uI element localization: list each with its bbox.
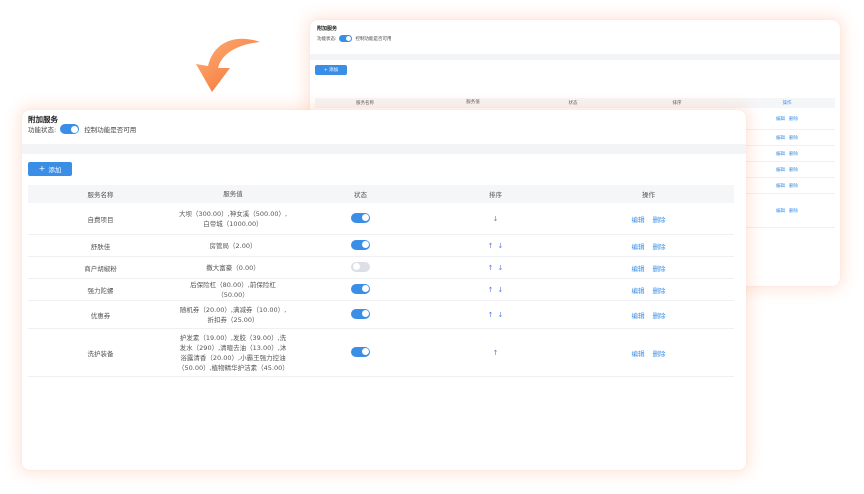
service-name: 优惠券 [90,311,111,320]
service-value: 随机券（20.00）,满减券（10.00）,折扣券（25.00） [179,305,287,324]
delete-link[interactable]: 删除 [653,243,666,251]
table-row: 舒肤佳 房管局（2.00） ↑ ↓ 编辑 删除 [28,235,734,257]
header-service-name: 服务名称 [87,191,114,199]
delete-link[interactable]: 删除 [653,350,666,358]
header-sort: 排序 [489,191,502,199]
table-header: 服务名称 服务值 状态 排序 操作 [28,185,734,203]
back-delete-link[interactable]: 删除 [789,168,798,173]
switch-label: 功能状态: [28,126,57,134]
divider-band [22,144,746,154]
service-value: 后保险杠（80.00）,前保险杠（50.00） [190,280,276,299]
sort-down-icon[interactable]: ↓ [498,311,504,319]
edit-link[interactable]: 编辑 [632,350,645,358]
edit-link[interactable]: 编辑 [632,287,645,295]
sort-down-icon[interactable]: ↓ [498,286,504,294]
header-service-value: 服务值 [223,190,243,198]
back-delete-link[interactable]: 删除 [789,136,798,141]
back-edit-link[interactable]: 编辑 [776,209,785,214]
feature-switch-row: 功能状态: 控制功能是否可用 [28,124,136,134]
service-name: 强力陀螺 [87,286,114,295]
edit-link[interactable]: 编辑 [632,216,645,224]
table-row: 商户胡椒粉 撒大富豪（0.00） ↑ ↓ 编辑 删除 [28,257,734,279]
add-button-label: 添加 [48,166,62,174]
sort-down-icon[interactable]: ↓ [493,215,499,223]
service-value: 房管局（2.00） [209,241,257,250]
back-header-sort: 排序 [672,101,682,106]
sort-down-icon[interactable]: ↓ [498,264,504,272]
service-name: 自费项目 [87,215,114,224]
feature-toggle[interactable] [60,124,80,134]
sort-up-icon[interactable]: ↑ [488,264,494,272]
back-header-value: 服务值 [466,100,480,105]
plus-icon: + [38,164,46,173]
header-actions: 操作 [642,191,655,199]
table-row: 优惠券 随机券（20.00）,满减券（10.00）,折扣券（25.00） ↑ ↓ 编辑删… [28,301,734,329]
add-button[interactable]: + 添加 [28,162,72,176]
switch-description: 控制功能是否可用 [84,126,137,134]
service-value: 护发素（19.00）,发胶（39.00）,洗发水（290）,清暄去油（13.00… [178,333,289,372]
back-switch-desc: 控制功能是否可用 [355,36,392,42]
back-switch-row: 功能状态: 控制功能是否可用 [317,35,833,42]
delete-link[interactable]: 删除 [653,265,666,273]
back-switch-label: 功能状态: [317,36,337,42]
additional-services-panel: 附加服务 功能状态: 控制功能是否可用 + 添加 服务名称 服务值 状态 排序 … [22,110,746,470]
sort-up-icon[interactable]: ↑ [488,286,494,294]
status-toggle[interactable] [351,346,370,357]
delete-link[interactable]: 删除 [653,287,666,295]
back-table-header: 服务名称 服务值 状态 排序 操作 [315,98,835,108]
status-toggle[interactable] [351,212,370,223]
table-row: 自费项目 大坝（300.00）,神女溪（500.00）,白帝城（1000.00） ↓… [28,203,734,235]
back-panel-title: 附加服务 [317,26,338,32]
status-toggle[interactable] [351,261,370,272]
service-value: 大坝（300.00）,神女溪（500.00）,白帝城（1000.00） [178,209,288,228]
sort-up-icon[interactable]: ↑ [493,349,499,357]
back-feature-toggle[interactable] [338,35,352,42]
service-name: 洗护装备 [87,349,114,358]
back-edit-link[interactable]: 编辑 [776,152,785,157]
table-row: 洗护装备 护发素（19.00）,发胶（39.00）,洗发水（290）,清暄去油（1… [28,329,734,377]
status-toggle[interactable] [351,283,370,294]
edit-link[interactable]: 编辑 [632,243,645,251]
sort-up-icon[interactable]: ↑ [488,311,494,319]
services-table: 服务名称 服务值 状态 排序 操作 自费项目 大坝（300.00）,神女溪（500… [28,185,734,377]
delete-link[interactable]: 删除 [653,216,666,224]
sort-down-icon[interactable]: ↓ [498,242,504,250]
curved-arrow-icon [196,38,260,92]
edit-link[interactable]: 编辑 [632,312,645,320]
back-edit-link[interactable]: 编辑 [776,136,785,141]
delete-link[interactable]: 删除 [653,312,666,320]
service-value: 撒大富豪（0.00） [206,263,260,272]
table-body: 自费项目 大坝（300.00）,神女溪（500.00）,白帝城（1000.00） ↓… [28,203,734,377]
header-status: 状态 [354,191,367,199]
table-row: 强力陀螺 后保险杠（80.00）,前保险杠（50.00） ↑ ↓ 编辑 删除 [28,279,734,301]
back-delete-link[interactable]: 删除 [789,209,798,214]
sort-up-icon[interactable]: ↑ [488,242,494,250]
back-edit-link[interactable]: 编辑 [776,168,785,173]
service-name: 舒肤佳 [90,242,111,251]
back-delete-link[interactable]: 删除 [789,152,798,157]
back-delete-link[interactable]: 删除 [789,184,798,189]
status-toggle[interactable] [351,308,370,319]
back-header-name: 服务名称 [356,101,374,106]
back-delete-link[interactable]: 删除 [789,117,798,122]
status-toggle[interactable] [351,239,370,250]
back-add-button[interactable]: + 添加 [315,65,347,75]
back-edit-link[interactable]: 编辑 [776,184,785,189]
back-header-status: 状态 [568,101,578,106]
back-divider-band [310,54,840,60]
back-edit-link[interactable]: 编辑 [776,117,785,122]
back-header-actions: 操作 [782,101,792,106]
service-name: 商户胡椒粉 [84,264,117,273]
edit-link[interactable]: 编辑 [632,265,645,273]
